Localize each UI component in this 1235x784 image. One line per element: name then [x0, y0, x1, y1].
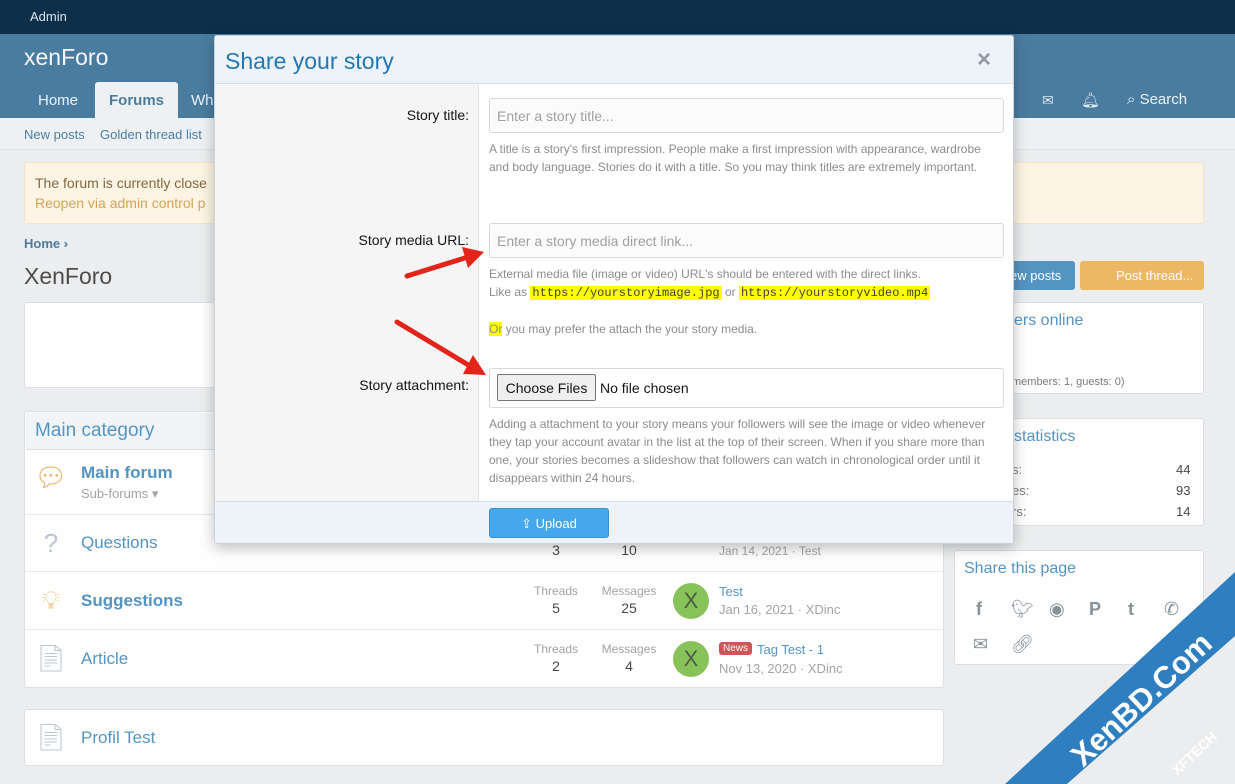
watermark-subtext: XFTECH	[1168, 728, 1220, 778]
red-arrow-icon	[394, 319, 486, 375]
watermark: XenBD.Com XFTECH	[1005, 572, 1235, 784]
red-arrow-icon	[404, 247, 484, 279]
